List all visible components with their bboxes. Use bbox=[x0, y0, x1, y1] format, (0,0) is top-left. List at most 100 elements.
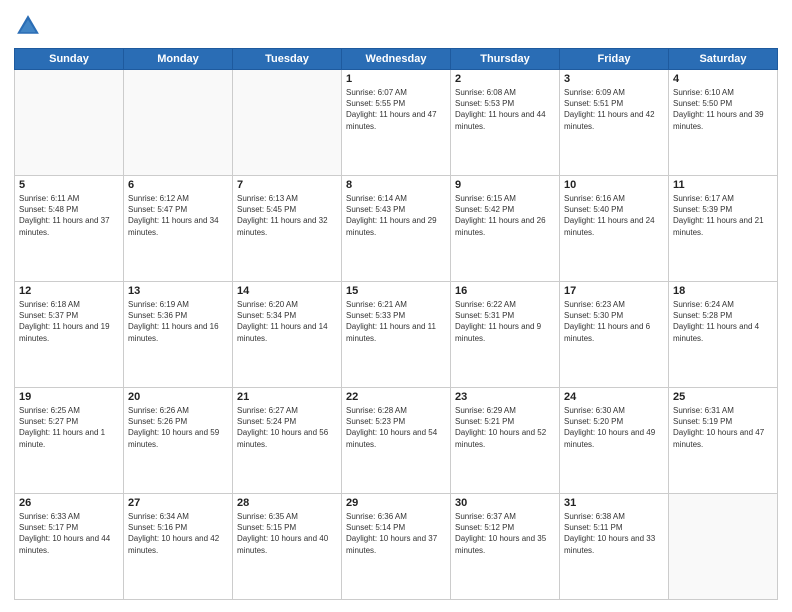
day-info: Sunrise: 6:33 AM Sunset: 5:17 PM Dayligh… bbox=[19, 511, 119, 556]
day-number: 8 bbox=[346, 179, 446, 191]
calendar-day-2: 2 Sunrise: 6:08 AM Sunset: 5:53 PM Daylig… bbox=[451, 70, 560, 176]
calendar-day-29: 29 Sunrise: 6:36 AM Sunset: 5:14 PM Dayli… bbox=[342, 494, 451, 600]
day-number: 24 bbox=[564, 391, 664, 403]
calendar-day-3: 3Sunrise: 6:09 AM Sunset: 5:51 PM Daylig… bbox=[560, 70, 669, 176]
day-info: Sunrise: 6:13 AM Sunset: 5:45 PM Dayligh… bbox=[237, 193, 337, 238]
day-info: Sunrise: 6:14 AM Sunset: 5:43 PM Dayligh… bbox=[346, 193, 446, 238]
page: SundayMondayTuesdayWednesdayThursdayFrid… bbox=[0, 0, 792, 612]
day-number: 28 bbox=[237, 497, 337, 509]
calendar-day-16: 16Sunrise: 6:22 AM Sunset: 5:31 PM Dayli… bbox=[451, 282, 560, 388]
weekday-header-sunday: Sunday bbox=[15, 49, 124, 70]
day-number: 20 bbox=[128, 391, 228, 403]
day-number: 15 bbox=[346, 285, 446, 297]
calendar-day-17: 17 Sunrise: 6:23 AM Sunset: 5:30 PM Dayli… bbox=[560, 282, 669, 388]
day-number: 21 bbox=[237, 391, 337, 403]
day-number: 27 bbox=[128, 497, 228, 509]
day-info: Sunrise: 6:18 AM Sunset: 5:37 PM Dayligh… bbox=[19, 299, 119, 344]
calendar-day-24: 24 Sunrise: 6:30 AM Sunset: 5:20 PM Dayli… bbox=[560, 388, 669, 494]
day-info: Sunrise: 6:38 AM Sunset: 5:11 PM Dayligh… bbox=[564, 511, 664, 556]
calendar-day-25: 25 Sunrise: 6:31 AM Sunset: 5:19 PM Dayli… bbox=[669, 388, 778, 494]
calendar-day-10: 10 Sunrise: 6:16 AM Sunset: 5:40 PM Dayli… bbox=[560, 176, 669, 282]
day-number: 25 bbox=[673, 391, 773, 403]
day-number: 19 bbox=[19, 391, 119, 403]
day-info: Sunrise: 6:26 AM Sunset: 5:26 PM Dayligh… bbox=[128, 405, 228, 450]
day-number: 18 bbox=[673, 285, 773, 297]
day-number: 14 bbox=[237, 285, 337, 297]
day-info: Sunrise: 6:10 AM Sunset: 5:50 PM Dayligh… bbox=[673, 87, 773, 132]
day-number: 5 bbox=[19, 179, 119, 191]
weekday-header-tuesday: Tuesday bbox=[233, 49, 342, 70]
day-number: 13 bbox=[128, 285, 228, 297]
day-info: Sunrise: 6:27 AM Sunset: 5:24 PM Dayligh… bbox=[237, 405, 337, 450]
weekday-row: SundayMondayTuesdayWednesdayThursdayFrid… bbox=[15, 49, 778, 70]
logo-icon bbox=[14, 12, 42, 40]
weekday-header-wednesday: Wednesday bbox=[342, 49, 451, 70]
day-info: Sunrise: 6:12 AM Sunset: 5:47 PM Dayligh… bbox=[128, 193, 228, 238]
day-info: Sunrise: 6:16 AM Sunset: 5:40 PM Dayligh… bbox=[564, 193, 664, 238]
weekday-header-friday: Friday bbox=[560, 49, 669, 70]
calendar-day-1: 1 Sunrise: 6:07 AM Sunset: 5:55 PM Daylig… bbox=[342, 70, 451, 176]
calendar-day-empty bbox=[124, 70, 233, 176]
calendar-day-30: 30Sunrise: 6:37 AM Sunset: 5:12 PM Dayli… bbox=[451, 494, 560, 600]
calendar-day-31: 31 Sunrise: 6:38 AM Sunset: 5:11 PM Dayli… bbox=[560, 494, 669, 600]
day-number: 1 bbox=[346, 73, 446, 85]
day-number: 17 bbox=[564, 285, 664, 297]
day-info: Sunrise: 6:11 AM Sunset: 5:48 PM Dayligh… bbox=[19, 193, 119, 238]
day-info: Sunrise: 6:31 AM Sunset: 5:19 PM Dayligh… bbox=[673, 405, 773, 450]
day-info: Sunrise: 6:25 AM Sunset: 5:27 PM Dayligh… bbox=[19, 405, 119, 450]
day-info: Sunrise: 6:08 AM Sunset: 5:53 PM Dayligh… bbox=[455, 87, 555, 132]
day-number: 12 bbox=[19, 285, 119, 297]
calendar-day-8: 8 Sunrise: 6:14 AM Sunset: 5:43 PM Daylig… bbox=[342, 176, 451, 282]
day-info: Sunrise: 6:35 AM Sunset: 5:15 PM Dayligh… bbox=[237, 511, 337, 556]
day-info: Sunrise: 6:21 AM Sunset: 5:33 PM Dayligh… bbox=[346, 299, 446, 344]
weekday-header-saturday: Saturday bbox=[669, 49, 778, 70]
calendar-day-21: 21 Sunrise: 6:27 AM Sunset: 5:24 PM Dayli… bbox=[233, 388, 342, 494]
day-info: Sunrise: 6:07 AM Sunset: 5:55 PM Dayligh… bbox=[346, 87, 446, 132]
calendar-week-3: 12 Sunrise: 6:18 AM Sunset: 5:37 PM Dayli… bbox=[15, 282, 778, 388]
day-number: 2 bbox=[455, 73, 555, 85]
day-info: Sunrise: 6:24 AM Sunset: 5:28 PM Dayligh… bbox=[673, 299, 773, 344]
calendar-day-23: 23 Sunrise: 6:29 AM Sunset: 5:21 PM Dayli… bbox=[451, 388, 560, 494]
day-number: 22 bbox=[346, 391, 446, 403]
calendar-day-empty bbox=[669, 494, 778, 600]
day-info: Sunrise: 6:23 AM Sunset: 5:30 PM Dayligh… bbox=[564, 299, 664, 344]
day-number: 26 bbox=[19, 497, 119, 509]
day-info: Sunrise: 6:15 AM Sunset: 5:42 PM Dayligh… bbox=[455, 193, 555, 238]
calendar-day-empty bbox=[233, 70, 342, 176]
calendar-week-2: 5 Sunrise: 6:11 AM Sunset: 5:48 PM Daylig… bbox=[15, 176, 778, 282]
calendar-day-15: 15 Sunrise: 6:21 AM Sunset: 5:33 PM Dayli… bbox=[342, 282, 451, 388]
day-info: Sunrise: 6:29 AM Sunset: 5:21 PM Dayligh… bbox=[455, 405, 555, 450]
calendar-day-18: 18 Sunrise: 6:24 AM Sunset: 5:28 PM Dayli… bbox=[669, 282, 778, 388]
calendar-day-empty bbox=[15, 70, 124, 176]
day-number: 30 bbox=[455, 497, 555, 509]
calendar-day-27: 27Sunrise: 6:34 AM Sunset: 5:16 PM Dayli… bbox=[124, 494, 233, 600]
calendar-day-7: 7Sunrise: 6:13 AM Sunset: 5:45 PM Daylig… bbox=[233, 176, 342, 282]
calendar-body: 1 Sunrise: 6:07 AM Sunset: 5:55 PM Daylig… bbox=[15, 70, 778, 600]
day-number: 16 bbox=[455, 285, 555, 297]
day-number: 31 bbox=[564, 497, 664, 509]
day-info: Sunrise: 6:30 AM Sunset: 5:20 PM Dayligh… bbox=[564, 405, 664, 450]
calendar-day-11: 11 Sunrise: 6:17 AM Sunset: 5:39 PM Dayli… bbox=[669, 176, 778, 282]
calendar-day-19: 19 Sunrise: 6:25 AM Sunset: 5:27 PM Dayli… bbox=[15, 388, 124, 494]
calendar-day-14: 14 Sunrise: 6:20 AM Sunset: 5:34 PM Dayli… bbox=[233, 282, 342, 388]
header bbox=[14, 12, 778, 40]
day-number: 11 bbox=[673, 179, 773, 191]
calendar-week-4: 19 Sunrise: 6:25 AM Sunset: 5:27 PM Dayli… bbox=[15, 388, 778, 494]
day-info: Sunrise: 6:20 AM Sunset: 5:34 PM Dayligh… bbox=[237, 299, 337, 344]
logo bbox=[14, 12, 46, 40]
day-number: 23 bbox=[455, 391, 555, 403]
calendar-table: SundayMondayTuesdayWednesdayThursdayFrid… bbox=[14, 48, 778, 600]
calendar-day-6: 6 Sunrise: 6:12 AM Sunset: 5:47 PM Daylig… bbox=[124, 176, 233, 282]
day-info: Sunrise: 6:36 AM Sunset: 5:14 PM Dayligh… bbox=[346, 511, 446, 556]
day-number: 4 bbox=[673, 73, 773, 85]
day-number: 29 bbox=[346, 497, 446, 509]
day-number: 10 bbox=[564, 179, 664, 191]
calendar-day-5: 5 Sunrise: 6:11 AM Sunset: 5:48 PM Daylig… bbox=[15, 176, 124, 282]
day-number: 9 bbox=[455, 179, 555, 191]
day-info: Sunrise: 6:17 AM Sunset: 5:39 PM Dayligh… bbox=[673, 193, 773, 238]
calendar-day-20: 20 Sunrise: 6:26 AM Sunset: 5:26 PM Dayli… bbox=[124, 388, 233, 494]
day-info: Sunrise: 6:28 AM Sunset: 5:23 PM Dayligh… bbox=[346, 405, 446, 450]
weekday-header-monday: Monday bbox=[124, 49, 233, 70]
calendar-header: SundayMondayTuesdayWednesdayThursdayFrid… bbox=[15, 49, 778, 70]
day-number: 6 bbox=[128, 179, 228, 191]
